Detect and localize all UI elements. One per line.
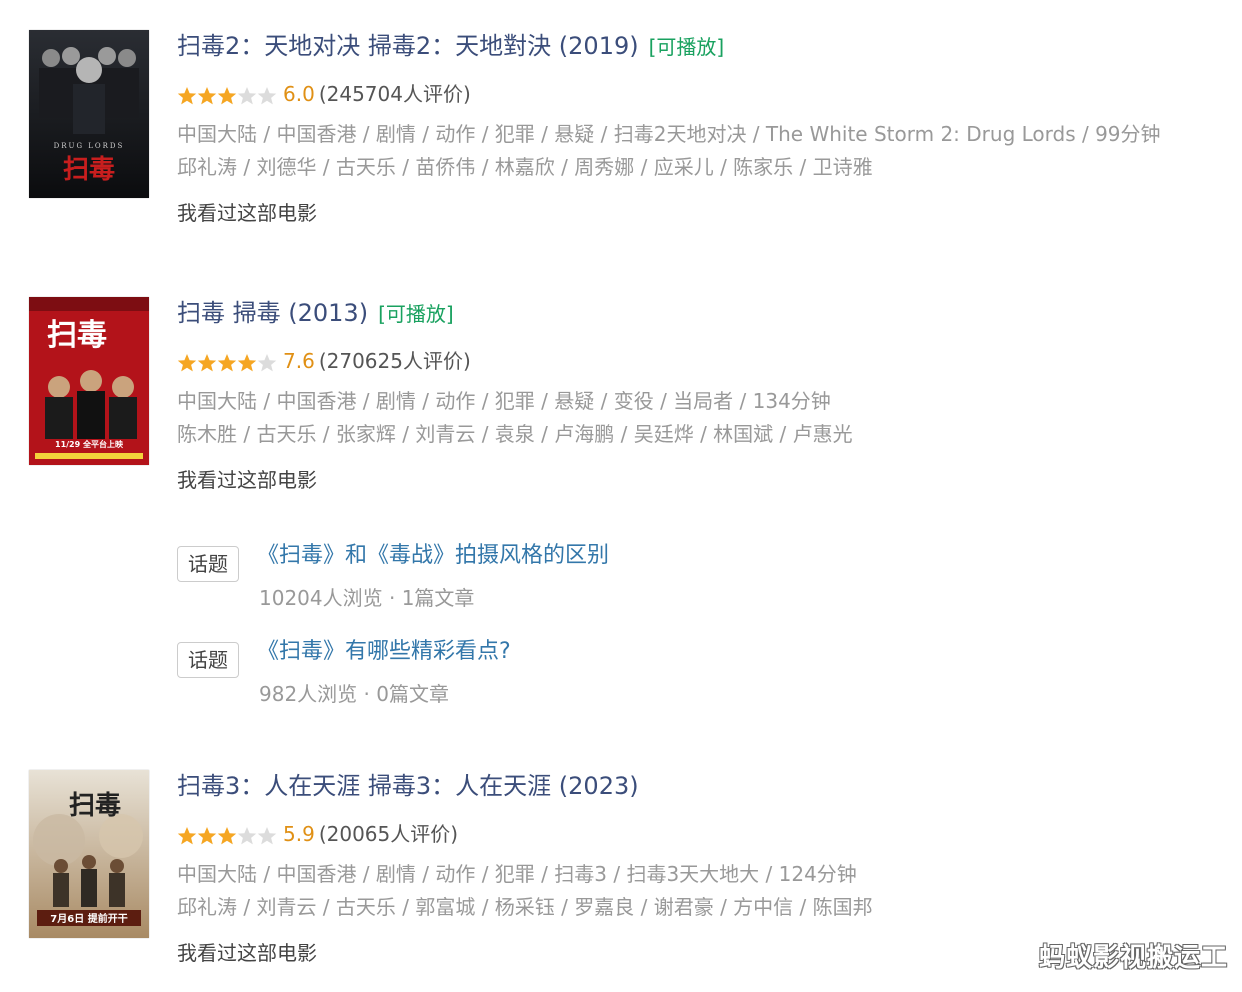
topic-title-link[interactable]: 《扫毒》和《毒战》拍摄风格的区别 (257, 540, 609, 572)
star-filled-icon (177, 826, 197, 844)
svg-text:扫毒: 扫毒 (63, 155, 115, 185)
playable-badge[interactable]: [可播放] (378, 302, 454, 326)
movie-meta-cast: 陈木胜 / 古天乐 / 张家辉 / 刘青云 / 袁泉 / 卢海鹏 / 吴廷烨 /… (177, 422, 853, 446)
seen-this-movie[interactable]: 我看过这部电影 (177, 466, 1227, 494)
rating-score: 6.0 (283, 82, 315, 106)
star-filled-icon (217, 826, 237, 844)
star-filled-icon (217, 86, 237, 104)
rating-count: (245704人评价) (318, 82, 471, 106)
poster-caption: 7月6日 提前开干 (50, 912, 127, 925)
star-filled-icon (217, 353, 237, 371)
rating-stars (177, 85, 277, 107)
movie-meta-cast: 邱礼涛 / 刘德华 / 古天乐 / 苗侨伟 / 林嘉欣 / 周秀娜 / 应采儿 … (177, 155, 873, 179)
topic-title-link[interactable]: 《扫毒》有哪些精彩看点? (257, 636, 511, 668)
rating-count: (20065人评价) (318, 822, 459, 846)
rating-stars (177, 352, 277, 374)
svg-text:扫毒: 扫毒 (47, 318, 107, 353)
star-filled-icon (197, 826, 217, 844)
topic-tag[interactable]: 话题 (177, 642, 239, 678)
svg-text:扫毒: 扫毒 (69, 791, 121, 821)
topic-stats: 982人浏览 · 0篇文章 (259, 682, 449, 706)
rating-score: 7.6 (283, 349, 315, 373)
movie-poster[interactable]: DRUG LORDS 扫毒 (29, 30, 149, 198)
star-empty-icon (257, 86, 277, 104)
poster-caption: 11/29 全平台上映 (55, 439, 124, 449)
movie-title-link[interactable]: 扫毒3：人在天涯 掃毒3：人在天涯 (2023) (177, 772, 639, 800)
star-empty-icon (237, 826, 257, 844)
star-empty-icon (257, 353, 277, 371)
movie-meta-tags: 中国大陆 / 中国香港 / 剧情 / 动作 / 犯罪 / 扫毒3 / 扫毒3天大… (177, 862, 857, 886)
topic-tag[interactable]: 话题 (177, 546, 239, 582)
movie-title-link[interactable]: 扫毒 掃毒 (2013) (177, 299, 368, 327)
movie-poster[interactable]: 扫毒 11/29 全平台上映 (29, 297, 149, 465)
rating-stars (177, 825, 277, 847)
playable-badge[interactable]: [可播放] (649, 35, 725, 59)
star-filled-icon (197, 86, 217, 104)
movie-meta-cast: 邱礼涛 / 刘青云 / 古天乐 / 郭富城 / 杨采钰 / 罗嘉良 / 谢君豪 … (177, 895, 873, 919)
watermark: 蚂蚁影视搬运工 (1038, 943, 1228, 973)
rating-score: 5.9 (283, 822, 315, 846)
movie-meta-tags: 中国大陆 / 中国香港 / 剧情 / 动作 / 犯罪 / 悬疑 / 扫毒2天地对… (177, 122, 1161, 146)
topic-stats: 10204人浏览 · 1篇文章 (259, 586, 475, 610)
seen-this-movie[interactable]: 我看过这部电影 (177, 199, 1227, 227)
rating-count: (270625人评价) (318, 349, 471, 373)
star-filled-icon (197, 353, 217, 371)
movie-title-link[interactable]: 扫毒2：天地对决 掃毒2：天地對決 (2019) (177, 32, 639, 60)
star-filled-icon (237, 353, 257, 371)
poster-caption: DRUG LORDS (54, 142, 125, 150)
star-filled-icon (177, 86, 197, 104)
star-empty-icon (237, 86, 257, 104)
star-empty-icon (257, 826, 277, 844)
movie-meta-tags: 中国大陆 / 中国香港 / 剧情 / 动作 / 犯罪 / 悬疑 / 变役 / 当… (177, 389, 831, 413)
star-filled-icon (177, 353, 197, 371)
movie-poster[interactable]: 扫毒 7月6日 提前开干 (29, 770, 149, 938)
